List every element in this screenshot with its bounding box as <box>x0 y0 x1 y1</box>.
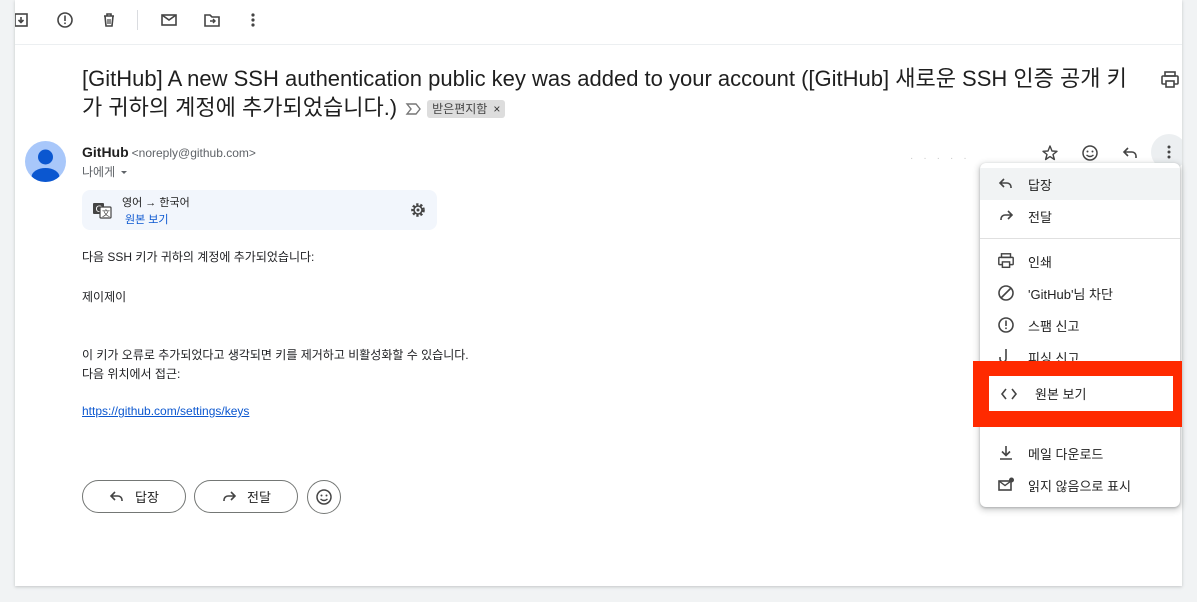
forward-button[interactable]: 전달 <box>194 480 298 513</box>
reply-button[interactable]: 답장 <box>82 480 186 513</box>
timestamp-faint: ····· <box>910 153 977 164</box>
mark-unread-icon <box>996 475 1016 495</box>
more-vert-icon <box>1161 144 1177 160</box>
menu-item-mark-unread-label: 읽지 않음으로 표시 <box>1028 478 1131 494</box>
reply-icon <box>109 489 125 505</box>
sender-name[interactable]: GitHub <box>82 144 129 160</box>
toolbar-divider <box>137 10 138 30</box>
important-marker-icon[interactable] <box>405 102 422 116</box>
menu-item-reply-label: 답장 <box>1028 177 1052 193</box>
translate-bar: G文 영어 → 한국어 원본 보기 <box>82 190 437 230</box>
sender-info: GitHub <noreply@github.com> <box>82 144 256 160</box>
settings-keys-link[interactable]: https://github.com/settings/keys <box>82 404 249 418</box>
menu-item-block[interactable]: 'GitHub'님 차단 <box>980 277 1180 309</box>
svg-text:文: 文 <box>102 208 110 218</box>
emoji-react-button[interactable] <box>307 480 341 514</box>
body-line-1: 다음 SSH 키가 귀하의 계정에 추가되었습니다: <box>82 250 315 264</box>
more-vert-icon[interactable] <box>241 8 265 32</box>
forward-button-label: 전달 <box>247 490 271 505</box>
delete-icon[interactable] <box>97 8 121 32</box>
report-spam-icon[interactable] <box>53 8 77 32</box>
print-icon <box>996 251 1016 271</box>
email-toolbar <box>15 0 1182 45</box>
code-icon <box>999 384 1019 404</box>
archive-icon[interactable] <box>15 8 33 32</box>
subject-text: [GitHub] A new SSH authentication public… <box>82 66 1127 120</box>
menu-item-print[interactable]: 인쇄 <box>980 245 1180 277</box>
menu-item-print-label: 인쇄 <box>1028 254 1052 270</box>
translate-languages[interactable]: 영어 → 한국어 <box>122 194 190 210</box>
forward-icon <box>221 489 237 505</box>
move-to-icon[interactable] <box>200 8 224 32</box>
reply-icon <box>996 174 1016 194</box>
body-line-3: 이 키가 오류로 추가되었다고 생각되면 키를 제거하고 비활성화할 수 있습니… <box>82 348 469 362</box>
report-spam-icon <box>996 315 1016 335</box>
menu-item-reply[interactable]: 답장 <box>980 168 1180 200</box>
menu-item-forward[interactable]: 전달 <box>980 200 1180 232</box>
menu-item-show-original-label: 원본 보기 <box>1035 387 1087 402</box>
menu-divider <box>980 238 1180 239</box>
mark-unread-icon[interactable] <box>157 8 181 32</box>
menu-item-show-original[interactable]: 원본 보기 <box>989 376 1173 411</box>
remove-label-icon[interactable]: × <box>493 102 500 116</box>
show-original-link[interactable]: 원본 보기 <box>125 211 169 227</box>
inbox-label-chip[interactable]: 받은편지함 × <box>427 100 506 119</box>
body-line-2: 제이제이 <box>82 290 127 304</box>
recipient-text: 나에게 <box>82 165 116 179</box>
block-icon <box>996 283 1016 303</box>
menu-item-report-spam[interactable]: 스팸 신고 <box>980 309 1180 341</box>
menu-item-download[interactable]: 메일 다운로드 <box>980 437 1180 469</box>
reply-button-label: 답장 <box>135 490 159 505</box>
sender-email: <noreply@github.com> <box>131 146 256 160</box>
avatar[interactable] <box>25 141 66 182</box>
email-subject: [GitHub] A new SSH authentication public… <box>82 64 1142 122</box>
highlight-box: 원본 보기 <box>973 361 1182 427</box>
chevron-down-icon[interactable] <box>119 167 129 177</box>
body-line-4: 다음 위치에서 접근: <box>82 367 181 381</box>
print-all-icon[interactable] <box>1160 70 1180 90</box>
menu-item-block-label: 'GitHub'님 차단 <box>1028 286 1113 302</box>
translate-icon: G文 <box>92 200 112 220</box>
menu-item-report-spam-label: 스팸 신고 <box>1028 318 1080 334</box>
menu-item-mark-unread[interactable]: 읽지 않음으로 표시 <box>980 469 1180 501</box>
recipient-details[interactable]: 나에게 <box>82 163 129 180</box>
menu-item-download-label: 메일 다운로드 <box>1028 446 1104 462</box>
gear-icon[interactable] <box>409 201 427 219</box>
menu-item-forward-label: 전달 <box>1028 209 1052 225</box>
download-icon <box>996 443 1016 463</box>
forward-icon <box>996 206 1016 226</box>
inbox-label-text: 받은편지함 <box>432 102 488 117</box>
more-options-menu: 답장 전달 인쇄 'GitHub'님 차단 스팸 신고 피싱 신고 메일 다운로… <box>980 163 1180 507</box>
emoji-icon <box>315 488 333 506</box>
